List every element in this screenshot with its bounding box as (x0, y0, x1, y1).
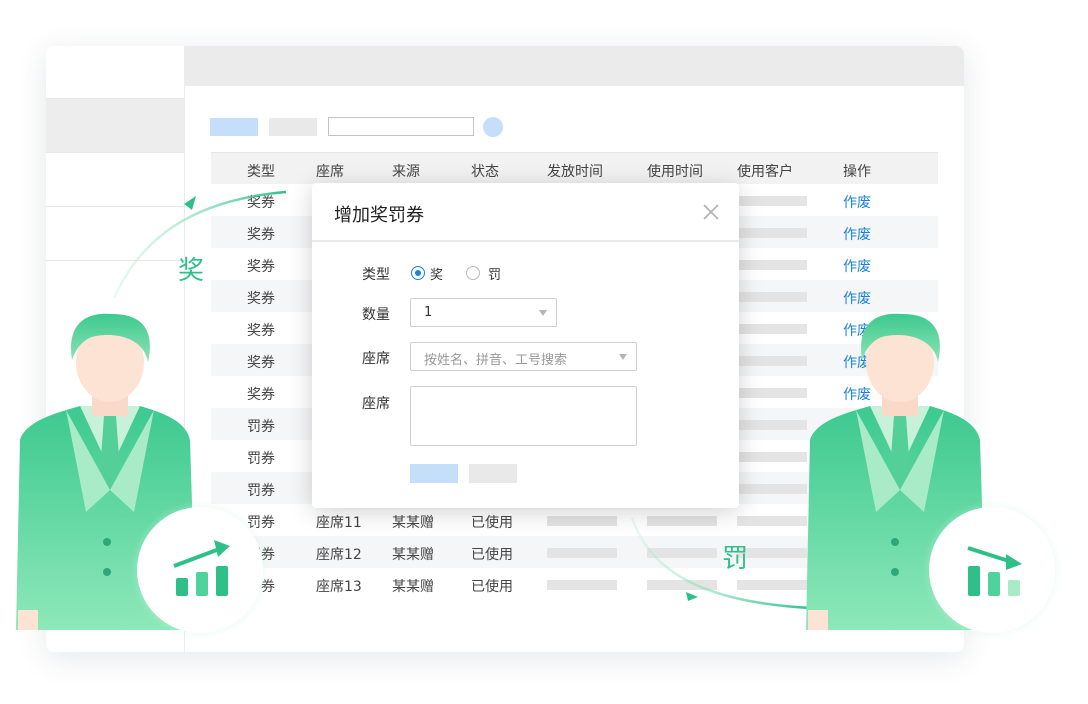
penalty-label: 罚 (722, 544, 749, 574)
quantity-select[interactable]: 1 (410, 298, 557, 327)
seat-label: 座席 (362, 351, 390, 367)
seat-search-placeholder: 按姓名、拼音、工号搜索 (424, 353, 568, 368)
quantity-label: 数量 (362, 307, 390, 323)
quantity-value: 1 (424, 305, 433, 320)
seat-label-2: 座席 (362, 396, 390, 412)
illustration-stage: 类型 座席 来源 状态 发放时间 使用时间 使用客户 操作 奖券 作废 奖券 作废 奖券… (0, 0, 1088, 704)
close-icon[interactable] (701, 202, 721, 222)
seat-textarea[interactable] (410, 386, 637, 446)
add-coupon-dialog: 增加奖罚券 类型 奖 罚 数量 1 座席 按姓名、拼音、工号搜索 座席 (312, 183, 739, 508)
trend-up-badge (130, 500, 270, 640)
penalty-arrow (630, 517, 811, 610)
trend-down-badge (922, 500, 1062, 640)
dialog-title: 增加奖罚券 (334, 205, 424, 226)
confirm-button[interactable] (410, 464, 458, 483)
type-label: 类型 (362, 267, 390, 283)
chevron-down-icon (619, 354, 627, 360)
radio-reward-label: 奖 (430, 268, 444, 283)
chevron-down-icon (539, 310, 547, 316)
reward-label: 奖 (178, 256, 205, 286)
cancel-button[interactable] (469, 464, 517, 483)
radio-penalty-label: 罚 (488, 268, 502, 283)
seat-search-select[interactable]: 按姓名、拼音、工号搜索 (410, 342, 637, 371)
radio-reward[interactable] (411, 266, 425, 280)
radio-penalty[interactable] (466, 266, 480, 280)
dialog-header: 增加奖罚券 (312, 183, 739, 242)
